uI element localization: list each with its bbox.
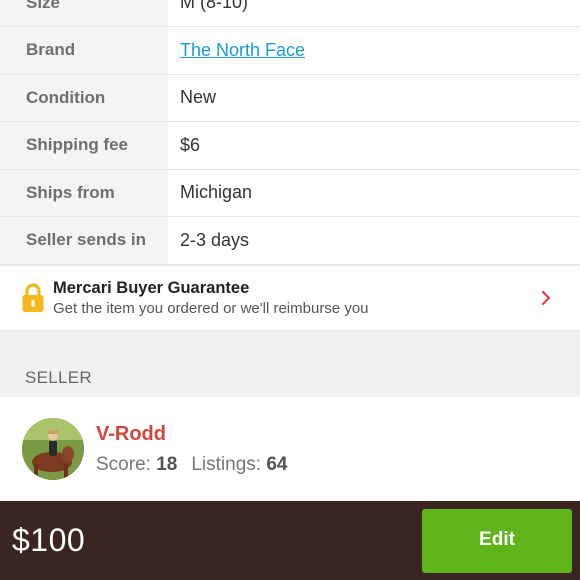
detail-value: New	[168, 75, 580, 122]
detail-row-condition: Condition New	[0, 74, 580, 122]
seller-card[interactable]: V-Rodd Score: 18 Listings: 64	[0, 397, 580, 501]
detail-label: Condition	[0, 74, 168, 122]
score-label: Score:	[96, 454, 151, 475]
detail-label: Seller sends in	[0, 217, 168, 265]
edit-button[interactable]: Edit	[422, 509, 572, 573]
listings-value: 64	[266, 454, 288, 475]
detail-row-brand: Brand The North Face	[0, 27, 580, 75]
seller-header-label: SELLER	[25, 368, 93, 387]
detail-row-seller-sends-in: Seller sends in 2-3 days	[0, 217, 580, 265]
listings-label: Listings:	[191, 454, 262, 475]
score-value: 18	[156, 454, 178, 475]
guarantee-text: Mercari Buyer Guarantee Get the item you…	[53, 278, 536, 319]
detail-value: M (8-10)	[168, 0, 580, 27]
bottom-action-bar: $100 Edit	[0, 501, 580, 580]
guarantee-subtitle: Get the item you ordered or we'll reimbu…	[53, 299, 369, 317]
detail-row-ships-from: Ships from Michigan	[0, 169, 580, 217]
item-price: $100	[12, 522, 86, 558]
guarantee-title: Mercari Buyer Guarantee	[53, 278, 250, 297]
detail-value: 2-3 days	[168, 217, 580, 265]
detail-row-size: Size M (8-10)	[0, 0, 580, 27]
seller-avatar[interactable]	[22, 418, 84, 480]
lock-icon	[21, 282, 45, 314]
buyer-guarantee-banner[interactable]: Mercari Buyer Guarantee Get the item you…	[0, 265, 580, 331]
detail-label: Size	[0, 0, 168, 27]
detail-label: Brand	[0, 27, 168, 75]
item-details-table: Size M (8-10) Brand The North Face Condi…	[0, 0, 580, 265]
seller-name[interactable]: V-Rodd	[96, 421, 287, 447]
seller-stats: Score: 18 Listings: 64	[96, 453, 287, 477]
seller-info: V-Rodd Score: 18 Listings: 64	[96, 421, 287, 477]
detail-value: Michigan	[168, 170, 580, 217]
detail-label: Shipping fee	[0, 122, 168, 170]
seller-section-header: SELLER	[0, 331, 580, 397]
detail-row-shipping-fee: Shipping fee $6	[0, 122, 580, 170]
detail-label: Ships from	[0, 169, 168, 217]
brand-link[interactable]: The North Face	[168, 27, 580, 75]
detail-value: $6	[168, 122, 580, 170]
chevron-right-icon[interactable]	[536, 289, 556, 307]
